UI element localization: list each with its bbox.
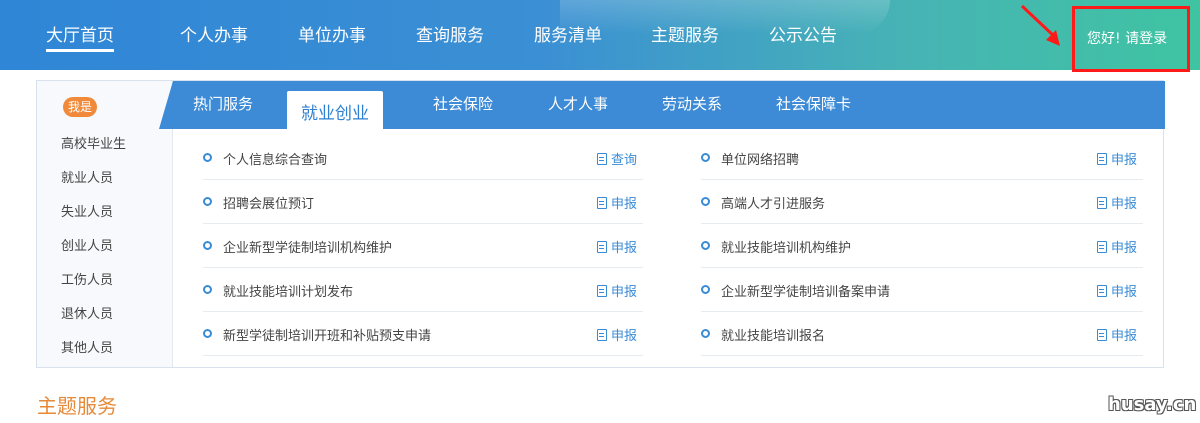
- login-link[interactable]: 请登录: [1125, 31, 1167, 47]
- section-title-theme-services: 主题服务: [37, 394, 117, 418]
- document-icon: [1096, 329, 1107, 341]
- document-icon: [596, 241, 607, 253]
- document-icon: [1096, 197, 1107, 209]
- nav-service-list[interactable]: 服务清单: [534, 22, 602, 52]
- action-label: 申报: [1110, 285, 1137, 300]
- document-icon: [596, 153, 607, 165]
- sidebar-item-entrepreneurs[interactable]: 创业人员: [61, 235, 113, 254]
- apply-link[interactable]: 申报: [596, 325, 637, 344]
- bullet-icon: [203, 329, 212, 338]
- service-name: 招聘会展位预订: [223, 197, 315, 212]
- action-label: 申报: [1110, 241, 1137, 256]
- service-row[interactable]: 就业技能培训机构维护 申报: [701, 224, 1143, 268]
- action-label: 申报: [1110, 153, 1137, 168]
- i-am-badge: 我是: [63, 97, 97, 117]
- tab-labor-relations[interactable]: 劳动关系: [662, 93, 722, 114]
- login-area: 您好! 请登录: [1087, 28, 1167, 48]
- service-row[interactable]: 单位网络招聘 申报: [701, 136, 1143, 180]
- service-name: 个人信息综合查询: [223, 153, 328, 168]
- service-name: 就业技能培训报名: [721, 329, 826, 344]
- bullet-icon: [203, 241, 212, 250]
- nav-unit-affairs[interactable]: 单位办事: [298, 22, 366, 52]
- sidebar-item-employed[interactable]: 就业人员: [61, 167, 113, 186]
- action-label: 申报: [1110, 197, 1137, 212]
- nav-query-service[interactable]: 查询服务: [416, 22, 484, 52]
- service-panel: 我是 高校毕业生 就业人员 失业人员 创业人员 工伤人员 退休人员 其他人员 热…: [36, 80, 1165, 368]
- bullet-icon: [701, 285, 710, 294]
- service-name: 企业新型学徒制培训机构维护: [223, 241, 393, 256]
- action-label: 申报: [1110, 329, 1137, 344]
- apply-link[interactable]: 申报: [1096, 149, 1137, 168]
- sidebar-item-unemployed[interactable]: 失业人员: [61, 201, 113, 220]
- bullet-icon: [701, 329, 710, 338]
- apply-link[interactable]: 申报: [596, 237, 637, 256]
- action-label: 申报: [610, 197, 637, 212]
- document-icon: [596, 285, 607, 297]
- service-row[interactable]: 个人信息综合查询 查询: [203, 136, 643, 180]
- service-name: 高端人才引进服务: [721, 197, 826, 212]
- sidebar-item-work-injury[interactable]: 工伤人员: [61, 269, 113, 288]
- sidebar-item-graduates[interactable]: 高校毕业生: [61, 133, 126, 152]
- apply-link[interactable]: 申报: [1096, 237, 1137, 256]
- greeting-text: 您好!: [1087, 31, 1121, 47]
- action-label: 申报: [610, 329, 637, 344]
- sidebar-item-others[interactable]: 其他人员: [61, 337, 113, 356]
- query-link[interactable]: 查询: [596, 149, 637, 168]
- tab-social-security-card[interactable]: 社会保障卡: [776, 93, 851, 114]
- service-row[interactable]: 就业技能培训报名 申报: [701, 312, 1143, 356]
- nav-home[interactable]: 大厅首页: [46, 22, 114, 52]
- bullet-icon: [701, 153, 710, 162]
- document-icon: [1096, 285, 1107, 297]
- nav-personal-affairs[interactable]: 个人办事: [180, 22, 248, 52]
- document-icon: [596, 197, 607, 209]
- bullet-icon: [203, 285, 212, 294]
- bullet-icon: [203, 153, 212, 162]
- tab-talent-personnel[interactable]: 人才人事: [548, 93, 608, 114]
- service-name: 就业技能培训计划发布: [223, 285, 354, 300]
- user-type-sidebar: 我是 高校毕业生 就业人员 失业人员 创业人员 工伤人员 退休人员 其他人员: [37, 81, 173, 367]
- service-row[interactable]: 高端人才引进服务 申报: [701, 180, 1143, 224]
- service-row[interactable]: 就业技能培训计划发布 申报: [203, 268, 643, 312]
- tab-hot-services[interactable]: 热门服务: [193, 93, 253, 114]
- service-row[interactable]: 新型学徒制培训开班和补贴预支申请 申报: [203, 312, 643, 356]
- apply-link[interactable]: 申报: [1096, 193, 1137, 212]
- document-icon: [1096, 241, 1107, 253]
- category-tabs: 热门服务 就业创业 社会保险 人才人事 劳动关系 社会保障卡: [159, 81, 1165, 129]
- header-decoration: [560, 0, 890, 34]
- apply-link[interactable]: 申报: [1096, 281, 1137, 300]
- tab-employment[interactable]: 就业创业: [287, 91, 383, 129]
- bullet-icon: [701, 241, 710, 250]
- apply-link[interactable]: 申报: [1096, 325, 1137, 344]
- watermark: husay.cn: [1108, 394, 1197, 415]
- apply-link[interactable]: 申报: [596, 281, 637, 300]
- nav-announcements[interactable]: 公示公告: [769, 22, 837, 52]
- service-name: 单位网络招聘: [721, 153, 800, 168]
- service-name: 新型学徒制培训开班和补贴预支申请: [223, 329, 432, 344]
- service-row[interactable]: 企业新型学徒制培训机构维护 申报: [203, 224, 643, 268]
- arrow-annotation-icon: [1020, 4, 1060, 46]
- service-row[interactable]: 招聘会展位预订 申报: [203, 180, 643, 224]
- document-icon: [1096, 153, 1107, 165]
- apply-link[interactable]: 申报: [596, 193, 637, 212]
- nav-theme-service[interactable]: 主题服务: [651, 22, 719, 52]
- sidebar-item-retired[interactable]: 退休人员: [61, 303, 113, 322]
- service-name: 企业新型学徒制培训备案申请: [721, 285, 891, 300]
- tab-social-insurance[interactable]: 社会保险: [433, 93, 493, 114]
- action-label: 查询: [610, 153, 637, 168]
- service-row[interactable]: 企业新型学徒制培训备案申请 申报: [701, 268, 1143, 312]
- action-label: 申报: [610, 241, 637, 256]
- service-name: 就业技能培训机构维护: [721, 241, 852, 256]
- document-icon: [596, 329, 607, 341]
- bullet-icon: [203, 197, 212, 206]
- action-label: 申报: [610, 285, 637, 300]
- bullet-icon: [701, 197, 710, 206]
